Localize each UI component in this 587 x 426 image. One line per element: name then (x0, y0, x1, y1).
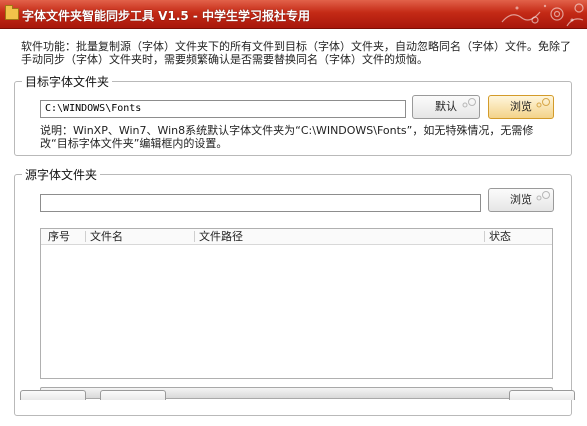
target-folder-input[interactable]: C:\WINDOWS\Fonts (40, 100, 406, 118)
default-button-label: 默认 (435, 100, 457, 113)
default-button[interactable]: 默认 (412, 95, 480, 119)
target-browse-button-label: 浏览 (510, 100, 532, 113)
title-bar[interactable]: 字体文件夹智能同步工具 V1.5 - 中学生学习报社专用 (0, 0, 587, 29)
column-header-index[interactable]: 序号 (44, 229, 70, 244)
window-body: 软件功能：批量复制源（字体）文件夹下的所有文件到目标（字体）文件夹，自动忽略同名… (0, 29, 587, 426)
description-text: 软件功能：批量复制源（字体）文件夹下的所有文件到目标（字体）文件夹，自动忽略同名… (21, 40, 571, 66)
button-decoration-icon (536, 191, 550, 201)
window-title: 字体文件夹智能同步工具 V1.5 - 中学生学习报社专用 (22, 9, 311, 23)
button-decoration-icon (536, 98, 550, 108)
button-decoration-icon (462, 98, 476, 108)
target-folder-group-label: 目标字体文件夹 (22, 73, 113, 90)
folder-icon (5, 5, 19, 20)
file-list[interactable]: 序号 文件名 文件路径 状态 (40, 228, 553, 379)
bottom-button-2[interactable] (100, 390, 166, 400)
source-browse-button-label: 浏览 (510, 193, 532, 206)
source-folder-group-label: 源字体文件夹 (22, 166, 101, 183)
file-list-header: 序号 文件名 文件路径 状态 (41, 229, 552, 245)
source-browse-button[interactable]: 浏览 (488, 188, 554, 212)
column-header-filepath[interactable]: 文件路径 (195, 229, 243, 244)
title-decoration (501, 3, 584, 27)
column-header-filename[interactable]: 文件名 (86, 229, 123, 244)
target-folder-note: 说明：WinXP、Win7、Win8系统默认字体文件夹为“C:\WINDOWS\… (40, 124, 534, 150)
column-header-status[interactable]: 状态 (485, 229, 511, 244)
bottom-button-3[interactable] (509, 390, 575, 400)
bottom-button-1[interactable] (20, 390, 86, 400)
source-folder-input[interactable] (40, 194, 481, 212)
target-browse-button[interactable]: 浏览 (488, 95, 554, 119)
